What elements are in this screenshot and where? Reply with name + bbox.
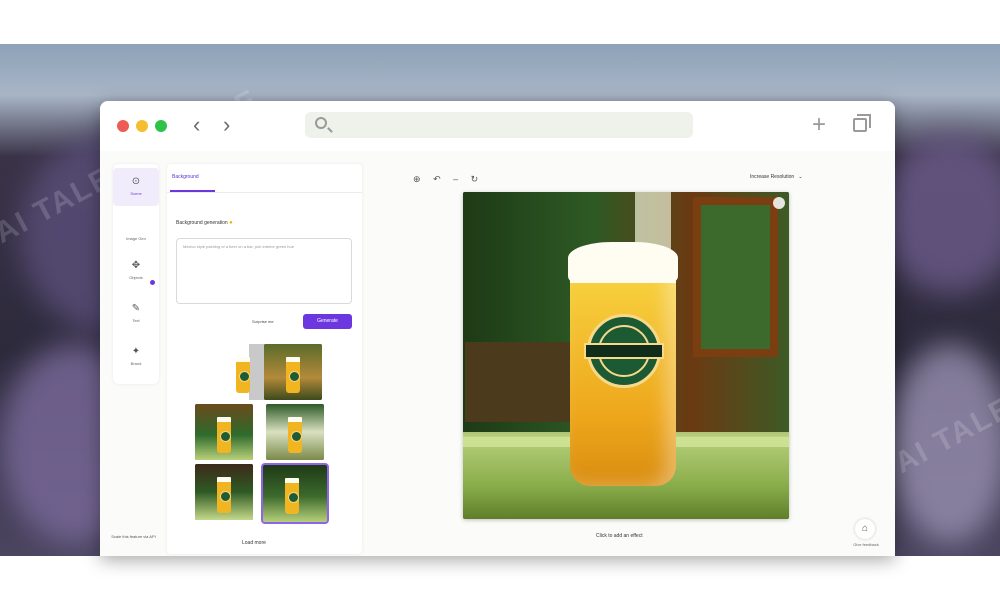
canvas-toolbar: ⊕ ↶ – ↻	[413, 174, 488, 185]
section-title: Background generation ●	[176, 220, 233, 226]
reset-icon[interactable]: ↻	[471, 174, 479, 185]
beer-glass	[285, 478, 299, 514]
rail-item-image-gen[interactable]: Image Gen	[113, 236, 159, 241]
section-title-text: Background generation	[176, 220, 228, 226]
scene-icon: ⊙	[131, 176, 141, 187]
canvas-caption[interactable]: Click to add an effect	[596, 533, 643, 539]
close-dot[interactable]	[117, 120, 129, 132]
text-icon: ✎	[131, 303, 141, 314]
chevron-right-icon[interactable]: ›	[223, 114, 230, 136]
rail-item-label: Image Gen	[126, 236, 146, 241]
star-icon: ●	[229, 220, 233, 226]
compare-icon[interactable]: ⊕	[413, 174, 421, 185]
left-toolbar: ⊙ Scene Image Gen ✥ Objects ✎ Text ✦ Bra…	[113, 164, 159, 384]
minimize-dot[interactable]	[136, 120, 148, 132]
brand-badge	[584, 314, 664, 388]
chevron-left-icon[interactable]: ‹	[193, 114, 200, 136]
beer-glass	[236, 357, 250, 393]
surprise-me-button[interactable]: Surprise me	[252, 319, 274, 324]
rail-item-scene[interactable]: ⊙ Scene	[113, 168, 159, 206]
screenshot: AI TALENT SPACE AI TALENT SPACE ‹ › + ⊙ …	[0, 0, 1000, 600]
api-note[interactable]: Scale this feature via API	[106, 534, 161, 540]
feedback-label[interactable]: Give feedback	[848, 542, 884, 547]
generated-image[interactable]	[463, 192, 789, 519]
rail-item-label: Objects	[129, 275, 143, 280]
generate-button[interactable]: Generate	[303, 314, 352, 329]
blur-blob	[880, 134, 1000, 294]
increase-resolution-dropdown[interactable]: Increase Resolution ⌄	[750, 174, 803, 180]
badge-band	[584, 343, 664, 359]
objects-icon: ✥	[131, 260, 141, 271]
redo-icon[interactable]: –	[453, 174, 458, 184]
rail-item-brand[interactable]: ✦ Brand	[113, 346, 159, 366]
tab-background[interactable]: Background	[172, 174, 199, 180]
divider	[167, 192, 362, 193]
prompt-textarea[interactable]: Mexico style painting of a beer on a bar…	[176, 238, 352, 304]
rail-item-text[interactable]: ✎ Text	[113, 303, 159, 323]
copy-icon[interactable]	[853, 114, 871, 132]
bar-shelf	[465, 342, 585, 422]
titlebar: ‹ › +	[100, 101, 895, 151]
plus-icon[interactable]: +	[812, 113, 826, 137]
maximize-dot[interactable]	[155, 120, 167, 132]
result-thumbnail[interactable]	[195, 464, 253, 520]
result-thumbnail-selected[interactable]	[261, 463, 329, 524]
blur-blob	[890, 344, 1000, 544]
search-icon	[315, 117, 327, 129]
beer-glass	[568, 242, 678, 486]
result-thumbnail[interactable]	[264, 344, 322, 400]
chevron-down-icon: ⌄	[795, 174, 803, 180]
beer-foam	[568, 242, 678, 282]
resolution-label: Increase Resolution	[750, 174, 795, 180]
undo-icon[interactable]: ↶	[433, 174, 441, 185]
rail-item-label: Scene	[130, 191, 142, 196]
address-bar[interactable]	[305, 112, 693, 138]
result-thumbnail[interactable]	[195, 404, 253, 460]
beer-glass	[217, 477, 231, 513]
beer-glass	[217, 417, 231, 453]
load-more-button[interactable]: Load more	[242, 540, 266, 546]
rail-item-objects[interactable]: ✥ Objects	[113, 260, 159, 280]
notification-dot	[150, 280, 155, 285]
result-thumbnail[interactable]	[266, 404, 324, 460]
feedback-icon[interactable]: ⌂	[855, 519, 875, 539]
beer-glass	[286, 357, 300, 393]
browser-window: ‹ › + ⊙ Scene Image Gen ✥ Objects ✎ Text…	[100, 101, 895, 556]
wall-frame	[693, 197, 778, 357]
rail-item-label: Text	[132, 318, 140, 323]
background-panel: Background Background generation ● Mexic…	[167, 164, 362, 554]
rail-item-label: Brand	[130, 361, 142, 366]
beer-glass	[288, 417, 302, 453]
image-options-icon[interactable]	[773, 197, 785, 209]
brand-icon: ✦	[131, 346, 141, 357]
